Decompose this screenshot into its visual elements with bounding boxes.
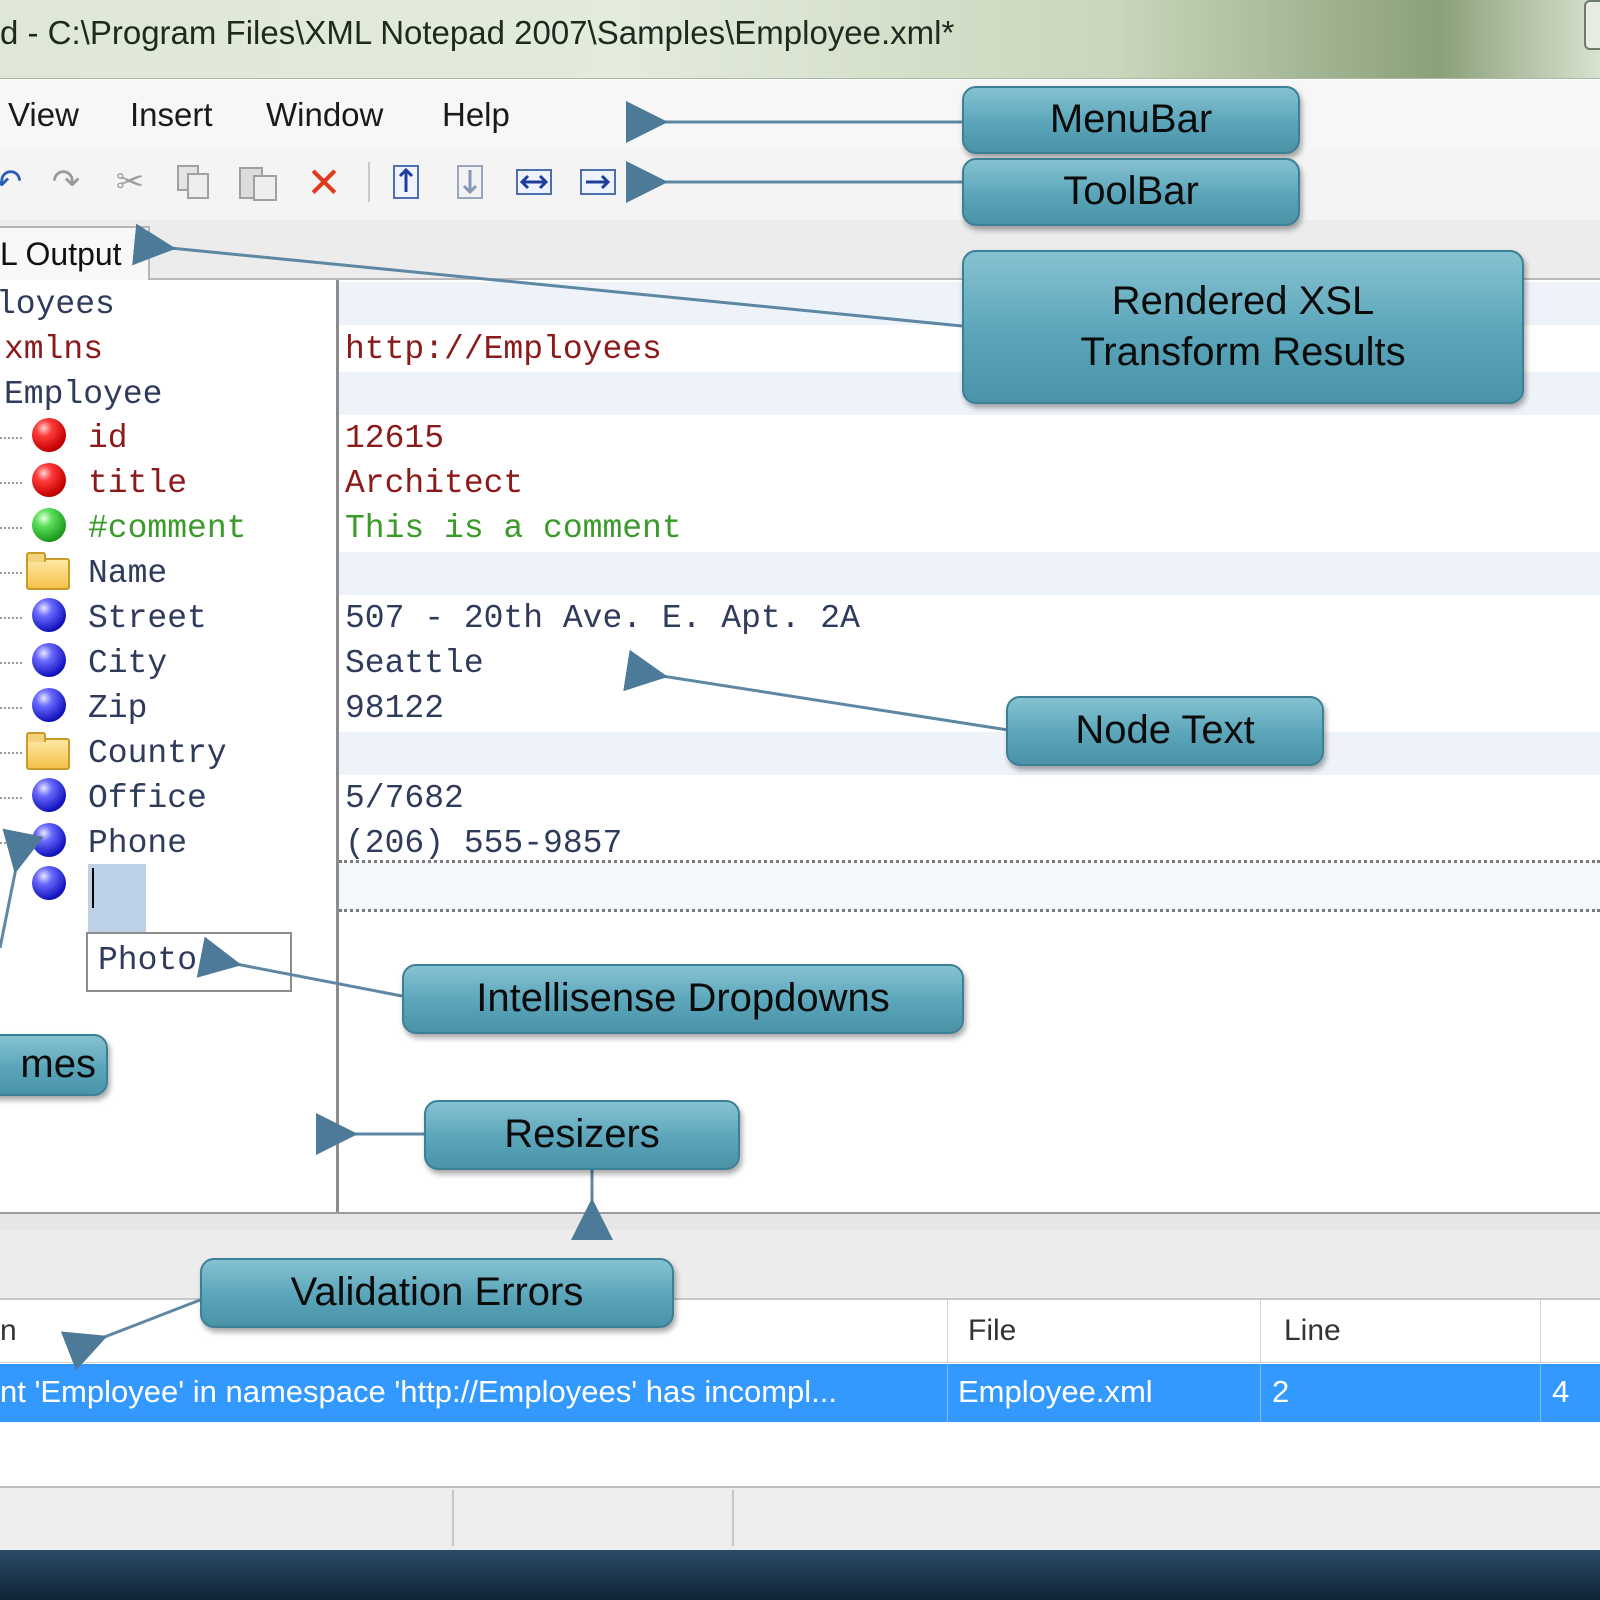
column-description[interactable]: n [0,1314,17,1348]
callout-rendered-xsl-line1: Rendered XSL [1111,278,1375,323]
tree-node-employees[interactable]: loyees [0,286,115,323]
element-icon [32,866,66,900]
intellisense-option-photo[interactable]: Photo [98,942,197,979]
node-text-office[interactable]: 5/7682 [345,780,464,817]
node-text-title[interactable]: Architect [345,465,523,502]
undo-icon[interactable]: ↶ [0,160,30,204]
node-text-city[interactable]: Seattle [345,645,484,682]
callout-rendered-xsl-line2: Transform Results [1080,330,1406,374]
tree-node-id[interactable]: id [88,420,128,457]
callout-resizers: Resizers [424,1100,740,1170]
menu-view[interactable]: View [8,96,79,134]
tree-connector [0,752,22,754]
selected-node-text-row[interactable] [339,860,1600,912]
tab-xsl-output-label: L Output [0,236,122,272]
tree-connector [0,527,22,529]
tree-node-title[interactable]: title [88,465,187,502]
node-text-id[interactable]: 12615 [345,420,444,457]
node-text-zip[interactable]: 98122 [345,690,444,727]
column-line[interactable]: Line [1284,1314,1341,1348]
horizontal-resizer[interactable] [0,1212,1600,1232]
window-title: d - C:\Program Files\XML Notepad 2007\Sa… [0,14,955,51]
error-column: 4 [1552,1374,1570,1409]
element-icon [32,778,66,812]
menu-window[interactable]: Window [266,96,383,134]
menu-bar: View Insert Window Help [0,80,1600,148]
callout-toolbar: ToolBar [962,158,1300,226]
insert-after-icon[interactable] [448,160,492,204]
tree-connector [0,572,22,574]
attribute-icon [32,418,66,452]
tree-node-employee[interactable]: Employee [4,376,162,413]
column-separator[interactable] [947,1300,948,1362]
callout-intellisense: Intellisense Dropdowns [402,964,964,1034]
window-control-button[interactable] [1584,0,1600,50]
tree-node-name[interactable]: Name [88,555,167,592]
insert-child-icon[interactable] [512,160,556,204]
callout-menubar: MenuBar [962,86,1300,154]
status-bar [0,1486,1600,1552]
cut-icon[interactable]: ✂ [108,160,152,204]
menu-insert[interactable]: Insert [130,96,213,134]
node-text-street[interactable]: 507 - 20th Ave. E. Apt. 2A [345,600,860,637]
folder-icon [26,552,70,590]
insert-before-icon[interactable] [384,160,428,204]
element-icon [32,598,66,632]
redo-icon[interactable]: ↷ [44,160,88,204]
callout-rendered-xsl: Rendered XSL Transform Results [962,250,1524,404]
menu-help[interactable]: Help [442,96,510,134]
tree-node-office[interactable]: Office [88,780,207,817]
tree-node-zip[interactable]: Zip [88,690,147,727]
element-icon [32,688,66,722]
cell-separator [1540,1364,1541,1422]
status-separator [732,1490,734,1546]
paste-icon[interactable] [236,160,280,204]
nudge-right-icon[interactable] [576,160,620,204]
tree-node-city[interactable]: City [88,645,167,682]
node-text-xmlns[interactable]: http://Employees [345,331,662,368]
row-band [339,732,1600,775]
tree-node-phone[interactable]: Phone [88,825,187,862]
comment-icon [32,508,66,542]
tree-node-street[interactable]: Street [88,600,207,637]
copy-icon[interactable] [172,160,216,204]
column-separator[interactable] [1260,1300,1261,1362]
column-separator[interactable] [1540,1300,1541,1362]
callout-node-text: Node Text [1006,696,1324,766]
row-band [339,552,1600,595]
taskbar [0,1550,1600,1600]
callout-validation-errors: Validation Errors [200,1258,674,1328]
element-icon [32,823,66,857]
cell-separator [947,1364,948,1422]
tree-connector [0,662,22,664]
tree-connector [0,482,22,484]
tree-connector [0,437,22,439]
attribute-icon [32,463,66,497]
delete-icon[interactable]: ✕ [302,159,346,206]
toolbar: ↶ ↷ ✂ ✕ [0,148,1600,220]
element-icon [32,643,66,677]
toolbar-separator [368,162,370,202]
folder-icon [26,732,70,770]
cell-separator [1260,1364,1261,1422]
tree-node-xmlns[interactable]: xmlns [4,331,103,368]
tree-connector [0,707,22,709]
error-file: Employee.xml [958,1374,1153,1409]
error-line: 2 [1272,1374,1290,1409]
node-text-comment[interactable]: This is a comment [345,510,682,547]
column-file[interactable]: File [968,1314,1016,1348]
tree-node-country[interactable]: Country [88,735,227,772]
tree-connector [0,842,22,844]
tree-connector [0,797,22,799]
status-separator [452,1490,454,1546]
text-caret [92,868,94,908]
tree-node-comment[interactable]: #comment [88,510,246,547]
tree-connector [0,617,22,619]
callout-names: mes [0,1034,108,1096]
node-text-phone[interactable]: (206) 555-9857 [345,825,622,862]
error-description: nt 'Employee' in namespace 'http://Emplo… [0,1374,837,1409]
node-name-editor[interactable] [88,864,146,932]
